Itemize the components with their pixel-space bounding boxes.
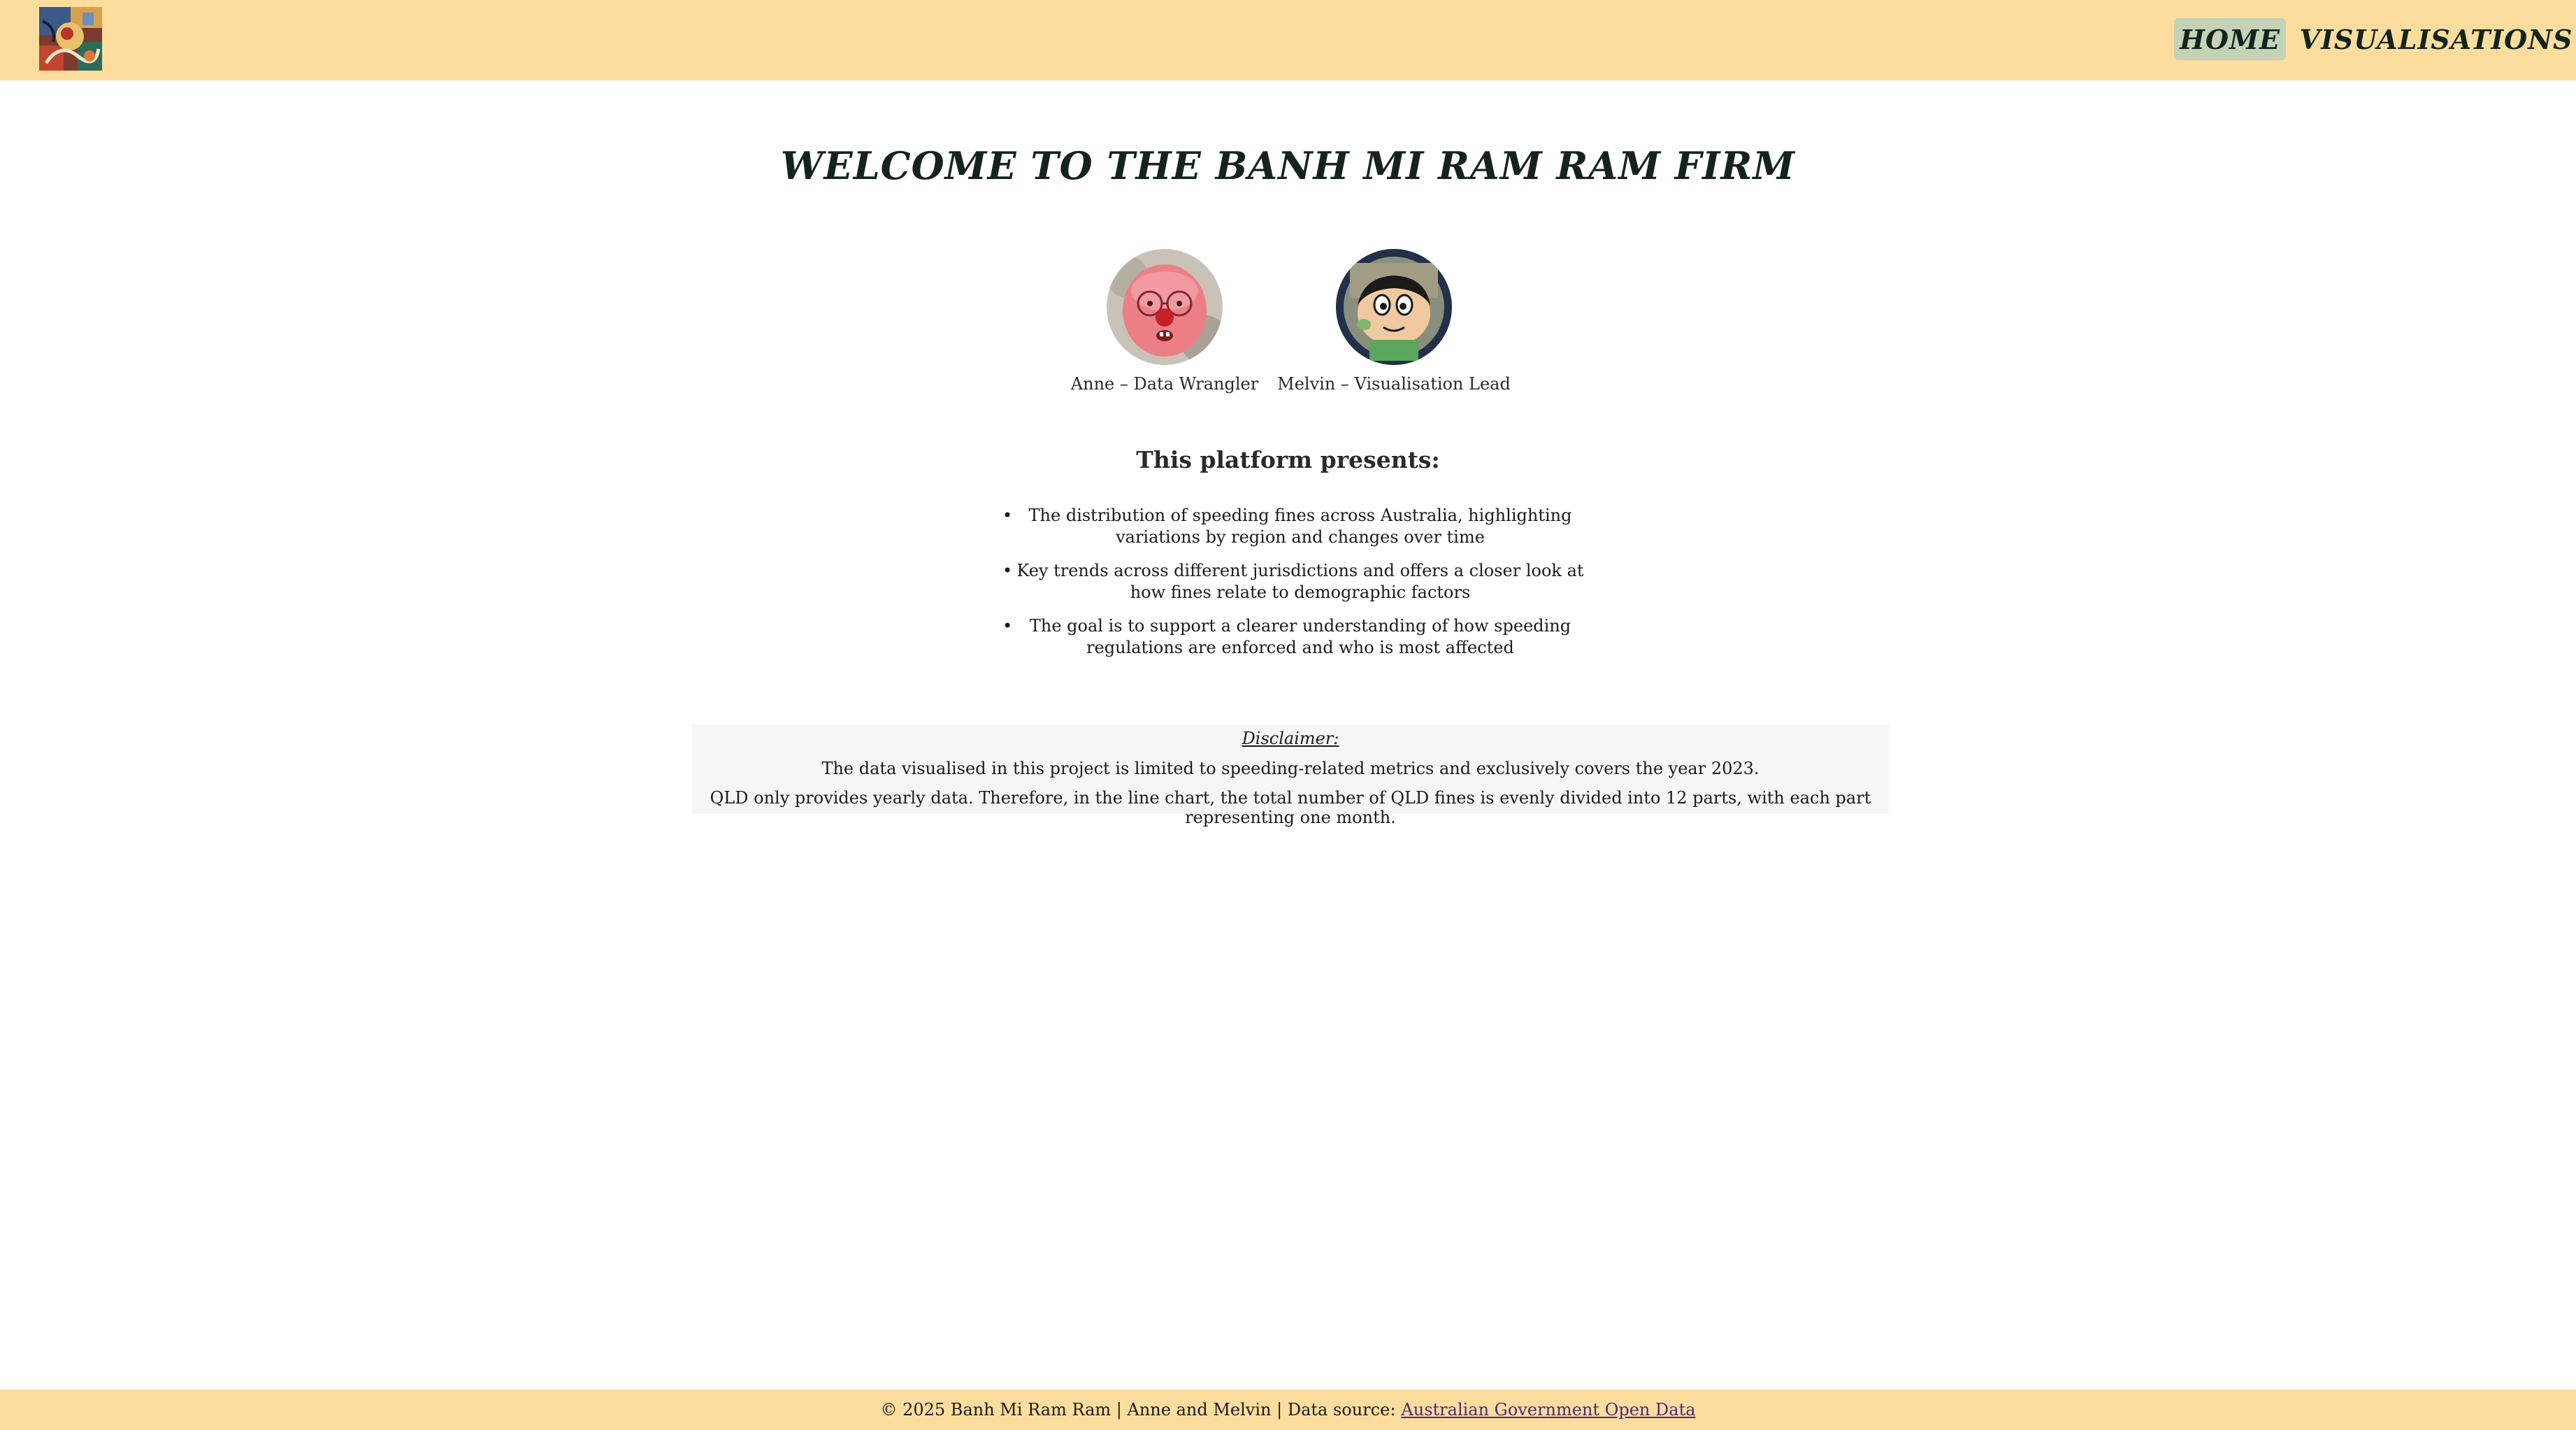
list-item-text: The goal is to support a clearer underst… — [1029, 616, 1571, 657]
disclaimer-text: QLD only provides yearly data. Therefore… — [710, 788, 1871, 827]
data-source-link[interactable]: Australian Government Open Data — [1401, 1400, 1695, 1420]
top-navbar: HOME VISUALISATIONS — [0, 0, 2576, 80]
bullet-icon: • — [1002, 561, 1013, 580]
list-item-text: The distribution of speeding fines acros… — [1028, 506, 1572, 547]
list-item: • The distribution of speeding fines acr… — [993, 505, 1608, 548]
bullet-icon: • — [1002, 506, 1013, 525]
disclaimer-text: The data visualised in this project is l… — [821, 759, 1760, 778]
footer-text: © 2025 Banh Mi Ram Ram | Anne and Melvin… — [880, 1400, 1396, 1420]
team-member-melvin-label: Melvin – Visualisation Lead — [1277, 374, 1511, 394]
page-title: WELCOME TO THE BANH MI RAM RAM FIRM — [780, 143, 1796, 188]
disclaimer-title: Disclaimer: — [1242, 729, 1339, 748]
footer: © 2025 Banh Mi Ram Ram | Anne and Melvin… — [0, 1389, 2576, 1430]
feature-list: • The distribution of speeding fines acr… — [993, 505, 1608, 671]
bullet-icon: • — [1002, 616, 1013, 636]
page: HOME VISUALISATIONS WELCOME TO THE BANH … — [0, 0, 2576, 1430]
disclaimer-box: Disclaimer: The data visualised in this … — [692, 724, 1889, 827]
list-item: • Key trends across different jurisdicti… — [993, 560, 1608, 603]
cartoon-boy-character-icon — [1336, 249, 1452, 365]
list-item: • The goal is to support a clearer under… — [993, 615, 1608, 659]
list-item-text: Key trends across different jurisdiction… — [1016, 561, 1584, 602]
nav-home-link[interactable]: HOME — [2174, 18, 2286, 60]
abstract-art-logo-icon[interactable] — [39, 7, 102, 71]
nav-visualisations-link[interactable]: VISUALISATIONS — [2300, 18, 2573, 60]
platform-heading: This platform presents: — [1136, 446, 1440, 473]
pink-glasses-character-icon — [1107, 249, 1223, 365]
